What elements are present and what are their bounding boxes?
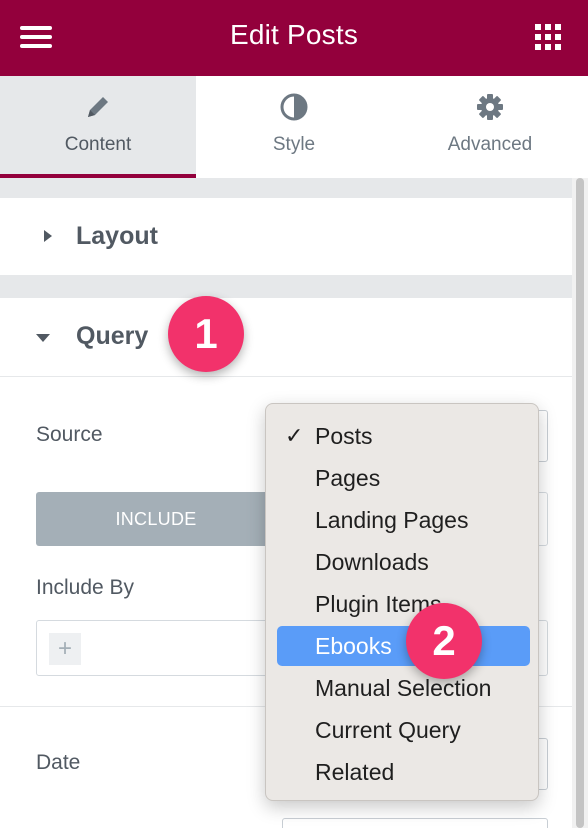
grid-icon[interactable]: [535, 24, 561, 50]
editor-header: Edit Posts: [0, 0, 588, 76]
tab-style[interactable]: Style: [196, 76, 392, 178]
query-section-title: Query: [76, 322, 149, 350]
layout-section: Layout: [0, 198, 572, 276]
menu-option-posts[interactable]: ✓ Posts: [277, 416, 530, 456]
tab-advanced-label: Advanced: [447, 134, 533, 155]
include-by-label: Include By: [36, 576, 135, 599]
menu-option-pages[interactable]: Pages: [277, 458, 530, 498]
gear-icon: [477, 94, 503, 120]
include-tab-button[interactable]: INCLUDE: [36, 492, 276, 546]
plus-icon[interactable]: +: [49, 633, 81, 665]
half-circle-icon: [280, 93, 308, 121]
menu-option-label: Related: [315, 759, 395, 785]
step-badge-2: 2: [406, 603, 482, 679]
panel-title: Edit Posts: [229, 19, 359, 50]
layout-section-title: Layout: [76, 222, 158, 250]
next-select[interactable]: [282, 818, 548, 828]
date-label: Date: [36, 751, 81, 774]
menu-option-ebooks[interactable]: Ebooks: [277, 626, 530, 666]
menu-option-landing-pages[interactable]: Landing Pages: [277, 500, 530, 540]
menu-option-manual-selection[interactable]: Manual Selection: [277, 668, 530, 708]
panel-scrollbar[interactable]: [572, 178, 588, 828]
tab-content[interactable]: Content: [0, 76, 196, 178]
tab-advanced[interactable]: Advanced: [392, 76, 588, 178]
menu-option-current-query[interactable]: Current Query: [277, 710, 530, 750]
menu-option-plugin-items[interactable]: Plugin Items: [277, 584, 530, 624]
pencil-icon: [88, 97, 108, 117]
caret-down-icon: [36, 334, 50, 342]
menu-option-downloads[interactable]: Downloads: [277, 542, 530, 582]
panel-tabs: Content Style Advanced: [0, 76, 588, 178]
step-badge-1: 1: [168, 296, 244, 372]
menu-option-label: Manual Selection: [315, 675, 492, 701]
caret-right-icon: [44, 230, 52, 242]
menu-option-label: Landing Pages: [315, 507, 469, 533]
checkmark-icon: ✓: [285, 423, 304, 448]
menu-option-related[interactable]: Related: [277, 752, 530, 792]
layout-section-header[interactable]: Layout: [0, 198, 572, 276]
source-dropdown-menu: ✓ Posts Pages Landing Pages Downloads Pl…: [265, 403, 539, 801]
menu-option-label: Current Query: [315, 717, 461, 743]
panel-spacer: [0, 178, 572, 198]
tab-content-label: Content: [64, 134, 132, 155]
query-section-header[interactable]: Query: [0, 298, 572, 376]
menu-option-label: Pages: [315, 465, 381, 491]
section-divider: [0, 376, 572, 377]
tab-style-label: Style: [272, 134, 316, 155]
menu-option-label: Downloads: [315, 549, 429, 575]
source-label: Source: [36, 423, 103, 446]
menu-option-label: Ebooks: [315, 633, 392, 659]
menu-option-label: Posts: [315, 423, 373, 449]
scrollbar-thumb[interactable]: [576, 178, 584, 828]
